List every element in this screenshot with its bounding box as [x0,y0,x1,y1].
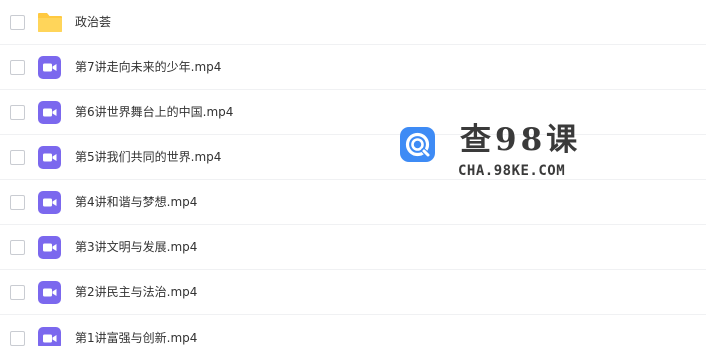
video-camera-icon [38,101,61,124]
row-checkbox[interactable] [10,285,25,300]
file-row-video[interactable]: 第4讲和谐与梦想.mp4 [0,180,706,225]
video-camera-icon [38,236,61,259]
file-row-video[interactable]: 第3讲文明与发展.mp4 [0,225,706,270]
file-row-video[interactable]: 第6讲世界舞台上的中国.mp4 [0,90,706,135]
file-name[interactable]: 第4讲和谐与梦想.mp4 [75,194,197,210]
file-row-video[interactable]: 第5讲我们共同的世界.mp4 [0,135,706,180]
search-logo-icon [400,127,435,162]
row-checkbox[interactable] [10,15,25,30]
file-name[interactable]: 第7讲走向未来的少年.mp4 [75,59,221,75]
file-row-video[interactable]: 第1讲富强与创新.mp4 [0,315,706,346]
watermark-title: 查98课 [460,122,582,158]
video-camera-icon [38,56,61,79]
row-checkbox[interactable] [10,240,25,255]
watermark: 查98课 CHA.98KE.COM [400,122,590,186]
file-list: 政治荟 第7讲走向未来的少年.mp4 第6讲世界舞台上的中国.mp4 第5讲我们… [0,0,706,346]
row-checkbox[interactable] [10,330,25,346]
video-camera-icon [38,326,61,346]
row-checkbox[interactable] [10,195,25,210]
video-camera-icon [38,146,61,169]
file-name[interactable]: 第2讲民主与法治.mp4 [75,284,197,300]
video-camera-icon [38,281,61,304]
folder-icon [38,13,62,32]
file-name[interactable]: 第5讲我们共同的世界.mp4 [75,149,221,165]
video-camera-icon [38,191,61,214]
file-row-folder[interactable]: 政治荟 [0,0,706,45]
file-row-video[interactable]: 第7讲走向未来的少年.mp4 [0,45,706,90]
row-checkbox[interactable] [10,150,25,165]
file-name[interactable]: 第1讲富强与创新.mp4 [75,330,197,346]
file-name[interactable]: 政治荟 [75,14,111,30]
row-checkbox[interactable] [10,105,25,120]
row-checkbox[interactable] [10,60,25,75]
file-row-video[interactable]: 第2讲民主与法治.mp4 [0,270,706,315]
file-name[interactable]: 第6讲世界舞台上的中国.mp4 [75,104,233,120]
file-name[interactable]: 第3讲文明与发展.mp4 [75,239,197,255]
watermark-url: CHA.98KE.COM [458,163,566,179]
